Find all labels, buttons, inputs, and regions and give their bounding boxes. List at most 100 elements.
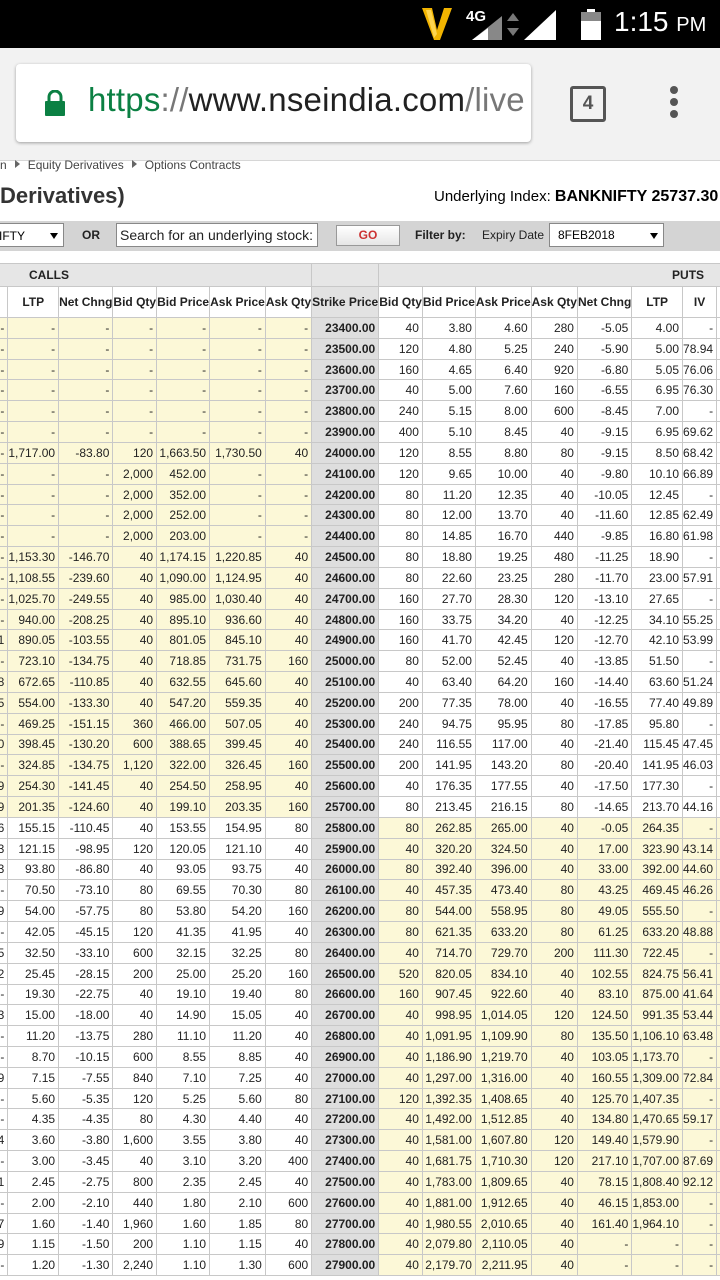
call-cell[interactable]: 7.15 <box>7 1066 60 1089</box>
call-cell[interactable]: - <box>7 483 60 506</box>
put-cell[interactable]: 6.95 <box>631 379 684 402</box>
strike-price-cell[interactable]: 25200.00 <box>311 691 380 714</box>
strike-price-cell[interactable]: 26500.00 <box>311 962 380 985</box>
put-cell[interactable]: 1,707.00 <box>631 1150 684 1172</box>
call-cell[interactable]: 3.60 <box>7 1129 60 1152</box>
put-cell[interactable]: 5.05 <box>631 358 684 381</box>
call-cell[interactable]: - <box>7 400 60 423</box>
strike-price-cell[interactable]: 24000.00 <box>311 441 380 464</box>
call-cell[interactable]: 201.35 <box>7 796 60 818</box>
put-cell[interactable]: 7.00 <box>631 400 684 423</box>
put-cell[interactable]: 8.50 <box>631 441 684 464</box>
strike-price-cell[interactable]: 23500.00 <box>311 337 380 360</box>
put-cell[interactable]: 1,309.00 <box>631 1066 684 1089</box>
put-cell[interactable]: 6.95 <box>631 421 684 443</box>
put-cell[interactable]: 141.95 <box>631 754 684 777</box>
strike-price-cell[interactable]: 24600.00 <box>311 566 380 589</box>
strike-price-cell[interactable]: 27800.00 <box>311 1233 380 1256</box>
call-cell[interactable]: - <box>7 504 60 527</box>
call-cell[interactable]: 1,717.00 <box>7 441 60 464</box>
call-cell[interactable]: 4.35 <box>7 1108 60 1131</box>
call-cell[interactable]: 2.00 <box>7 1191 60 1214</box>
put-cell[interactable]: 5.00 <box>631 337 684 360</box>
call-cell[interactable]: 254.30 <box>7 775 60 798</box>
breadcrumb-item-equity-derivatives[interactable]: Equity Derivatives <box>28 158 124 172</box>
call-cell[interactable]: 93.80 <box>7 858 60 881</box>
put-cell[interactable]: 824.75 <box>631 962 684 985</box>
put-cell[interactable]: 23.00 <box>631 566 684 589</box>
strike-price-cell[interactable]: 24300.00 <box>311 504 380 527</box>
call-cell[interactable]: - <box>7 337 60 360</box>
strike-price-cell[interactable]: 26600.00 <box>311 983 380 1006</box>
go-button[interactable]: GO <box>336 225 400 246</box>
put-cell[interactable]: 4.00 <box>631 317 684 339</box>
put-cell[interactable]: 1,173.70 <box>631 1045 684 1068</box>
call-cell[interactable]: 1,108.55 <box>7 566 60 589</box>
call-cell[interactable]: 469.25 <box>7 712 60 735</box>
put-cell[interactable]: 27.65 <box>631 587 684 610</box>
put-cell[interactable]: 633.20 <box>631 921 684 943</box>
strike-price-cell[interactable]: 27900.00 <box>311 1254 380 1277</box>
strike-price-cell[interactable]: 27000.00 <box>311 1066 380 1089</box>
call-cell[interactable]: 1.20 <box>7 1254 60 1277</box>
strike-price-cell[interactable]: 25100.00 <box>311 671 380 693</box>
call-cell[interactable]: 8.70 <box>7 1045 60 1068</box>
put-cell[interactable]: 1,407.35 <box>631 1087 684 1110</box>
call-cell[interactable]: 121.15 <box>7 837 60 860</box>
expiry-date-select[interactable]: 8FEB2018 <box>549 223 664 247</box>
strike-price-cell[interactable]: 27100.00 <box>311 1087 380 1110</box>
call-cell[interactable]: 54.00 <box>7 900 60 923</box>
option-chain-container[interactable]: CALLS PUTS IVLTPNet ChngBid QtyBid Price… <box>0 263 720 1280</box>
more-menu-icon[interactable] <box>668 86 680 122</box>
strike-price-cell[interactable]: 26400.00 <box>311 941 380 964</box>
strike-price-cell[interactable]: 25400.00 <box>311 733 380 756</box>
call-cell[interactable]: - <box>7 379 60 402</box>
put-cell[interactable]: 1,808.40 <box>631 1170 684 1193</box>
strike-price-cell[interactable]: 23600.00 <box>311 358 380 381</box>
put-cell[interactable]: 1,964.10 <box>631 1212 684 1235</box>
breadcrumb-item-home[interactable]: n <box>0 158 7 172</box>
strike-price-cell[interactable]: 24900.00 <box>311 629 380 652</box>
put-cell[interactable]: 875.00 <box>631 983 684 1006</box>
strike-price-cell[interactable]: 27600.00 <box>311 1191 380 1214</box>
strike-price-cell[interactable]: 27400.00 <box>311 1150 380 1172</box>
strike-price-cell[interactable]: 26800.00 <box>311 1025 380 1047</box>
put-cell[interactable]: 991.35 <box>631 1004 684 1027</box>
strike-price-cell[interactable]: 25600.00 <box>311 775 380 798</box>
put-cell[interactable]: 95.80 <box>631 712 684 735</box>
strike-price-cell[interactable]: 23900.00 <box>311 421 380 443</box>
put-cell[interactable]: 469.45 <box>631 879 684 902</box>
call-cell[interactable]: 2.45 <box>7 1170 60 1193</box>
symbol-select[interactable]: IFTY <box>0 223 64 247</box>
strike-price-cell[interactable]: 26200.00 <box>311 900 380 923</box>
call-cell[interactable]: 1.15 <box>7 1233 60 1256</box>
put-cell[interactable]: 264.35 <box>631 816 684 839</box>
call-cell[interactable]: - <box>7 421 60 443</box>
put-cell[interactable]: 555.50 <box>631 900 684 923</box>
call-cell[interactable]: 1,025.70 <box>7 587 60 610</box>
put-cell[interactable]: 42.10 <box>631 629 684 652</box>
call-cell[interactable]: 70.50 <box>7 879 60 902</box>
put-cell[interactable]: - <box>631 1233 684 1256</box>
strike-price-cell[interactable]: 26000.00 <box>311 858 380 881</box>
call-cell[interactable]: 890.05 <box>7 629 60 652</box>
strike-price-cell[interactable]: 24700.00 <box>311 587 380 610</box>
strike-price-cell[interactable]: 24800.00 <box>311 608 380 631</box>
put-cell[interactable]: 12.85 <box>631 504 684 527</box>
call-cell[interactable]: - <box>7 317 60 339</box>
call-cell[interactable]: 19.30 <box>7 983 60 1006</box>
call-cell[interactable]: 554.00 <box>7 691 60 714</box>
strike-price-cell[interactable]: 26300.00 <box>311 921 380 943</box>
call-cell[interactable]: 15.00 <box>7 1004 60 1027</box>
put-cell[interactable]: 323.90 <box>631 837 684 860</box>
strike-price-cell[interactable]: 25000.00 <box>311 650 380 673</box>
strike-price-cell[interactable]: 27500.00 <box>311 1170 380 1193</box>
underlying-search-input[interactable]: Search for an underlying stock: <box>116 223 318 247</box>
call-cell[interactable]: 1,153.30 <box>7 546 60 568</box>
strike-price-cell[interactable]: 26700.00 <box>311 1004 380 1027</box>
put-cell[interactable]: 213.70 <box>631 796 684 818</box>
put-cell[interactable]: 51.50 <box>631 650 684 673</box>
call-cell[interactable]: 11.20 <box>7 1025 60 1047</box>
put-cell[interactable]: 1,106.10 <box>631 1025 684 1047</box>
strike-price-cell[interactable]: 27300.00 <box>311 1129 380 1152</box>
